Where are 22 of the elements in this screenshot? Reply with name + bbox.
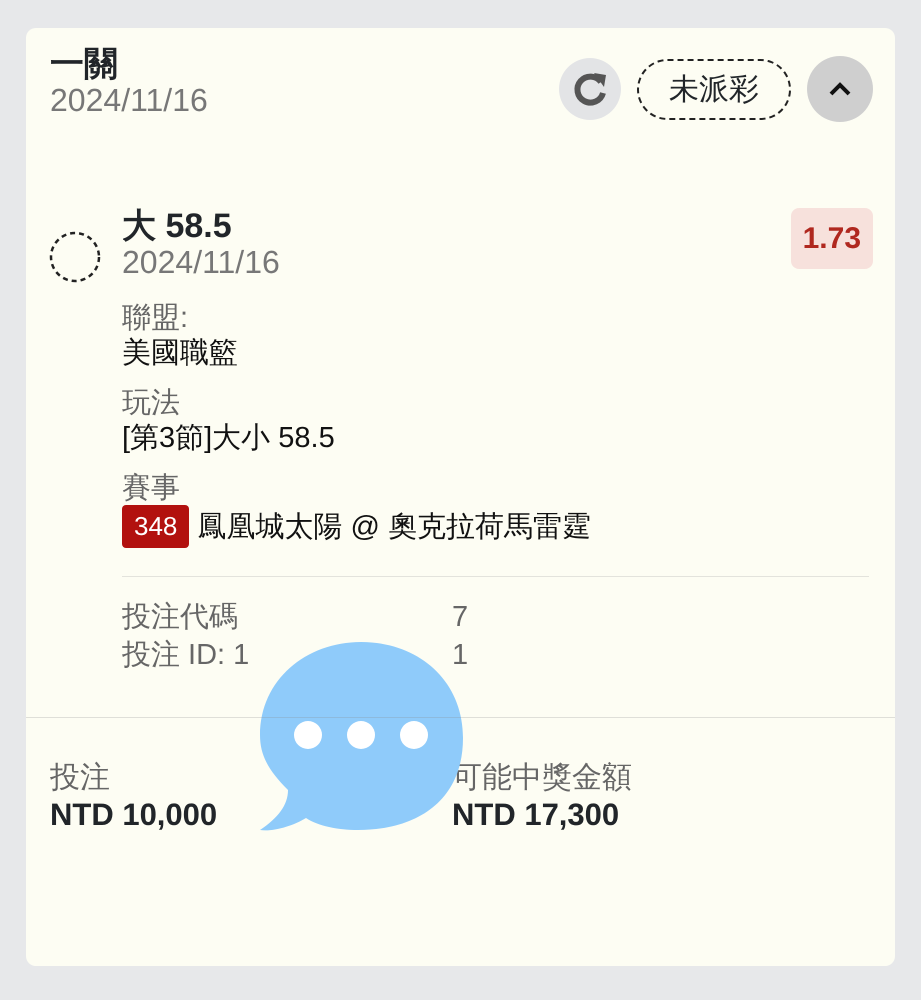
game-number-badge: 348 xyxy=(122,505,190,548)
bet-type-title: 一關 xyxy=(50,46,119,84)
summary-amount: NTD 17,300 xyxy=(452,796,620,834)
status-badge: 未派彩 xyxy=(637,58,791,120)
odds-tag: 1.73 xyxy=(790,208,873,269)
detail-label: 玩法 xyxy=(122,386,181,420)
detail-value: 美國職籃 xyxy=(122,336,239,372)
selection-date: 2024/11/16 xyxy=(122,245,280,281)
bet-info-text: 1 xyxy=(452,638,468,674)
bet-date: 2024/11/16 xyxy=(50,83,208,119)
bet-info-text: 7 xyxy=(452,600,468,636)
detail-value: [第3節]大小 58.5 xyxy=(122,421,336,456)
chevron-up-icon xyxy=(828,81,852,97)
detail-label: 賽事 xyxy=(122,470,181,506)
selection-name: 大 58.5 xyxy=(122,208,233,246)
bet-info-text: 投注代碼 xyxy=(122,600,239,636)
summary-label: 投注 xyxy=(50,760,111,796)
bet-info-text: 投注 ID: 1 xyxy=(122,638,250,674)
detail-value: 鳳凰城太陽 @ 奧克拉荷馬雷霆 xyxy=(197,510,591,545)
summary-amount: NTD 10,000 xyxy=(50,796,218,834)
detail-label: 聯盟: xyxy=(122,300,190,336)
pending-circle-icon xyxy=(48,230,102,284)
